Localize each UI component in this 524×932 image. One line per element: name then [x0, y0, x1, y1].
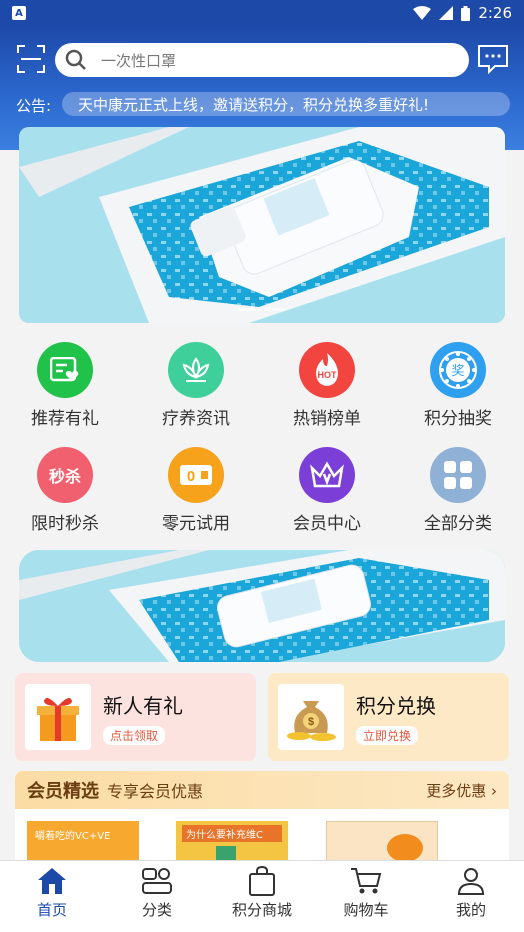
- grid-label: 零元试用: [162, 514, 230, 534]
- card-title: 积分兑换: [356, 693, 436, 718]
- tab-points-mall[interactable]: 积分商城: [210, 865, 314, 920]
- user-icon: [457, 868, 485, 895]
- status-icons: 2:26: [413, 4, 512, 22]
- tab-label: 积分商城: [231, 901, 292, 919]
- search-icon: [65, 49, 86, 70]
- lotus-icon: [168, 342, 224, 398]
- svg-text:$: $: [308, 716, 314, 728]
- app-notification-icon: A: [12, 6, 26, 20]
- crown-icon: [299, 447, 355, 503]
- grid-item-wellness-news[interactable]: 疗养资讯: [141, 342, 251, 429]
- grid-label: 全部分类: [424, 514, 492, 534]
- cart-icon: [351, 868, 382, 894]
- clock: 2:26: [478, 4, 512, 22]
- card-title: 新人有礼: [103, 693, 183, 718]
- hot-flame-icon: HOT: [299, 342, 355, 398]
- claim-button[interactable]: 点击领取: [103, 725, 166, 745]
- grid-label: 会员中心: [293, 514, 361, 534]
- product-caption: 嚼着吃的VC+VE: [35, 831, 111, 842]
- notice-label: 公告:: [16, 97, 52, 115]
- promo-banner[interactable]: [19, 550, 505, 662]
- chevron-right-icon: ›: [491, 781, 497, 800]
- search-placeholder: 一次性口罩: [101, 51, 177, 70]
- tab-label: 分类: [141, 901, 172, 919]
- section-title: 会员精选: [27, 781, 99, 802]
- notice-marquee[interactable]: 天中康元正式上线，邀请送积分，积分兑换多重好礼!: [62, 92, 510, 116]
- flash-sale-icon: 秒杀: [37, 447, 93, 503]
- main-banner[interactable]: [19, 127, 505, 323]
- signal-icon: [439, 6, 454, 20]
- shopping-bag-icon: [249, 866, 275, 896]
- grid-label: 推荐有礼: [31, 409, 99, 429]
- free-trial-icon: 0: [168, 447, 224, 503]
- tab-cart[interactable]: 购物车: [314, 865, 418, 920]
- product-caption: 为什么要补充维C: [182, 825, 282, 842]
- banner-dot-active: [238, 308, 260, 311]
- banner-product-image: [19, 127, 505, 323]
- flash-sale-badge: 秒杀: [48, 467, 81, 486]
- money-bag-icon: $: [278, 684, 344, 750]
- grid-label: 疗养资讯: [162, 409, 230, 429]
- lottery-wheel-icon: 奖: [430, 342, 486, 398]
- more-deals-label: 更多优惠: [426, 781, 487, 800]
- tab-profile[interactable]: 我的: [419, 865, 523, 920]
- hot-badge-text: HOT: [318, 370, 338, 380]
- tab-label: 首页: [36, 901, 67, 919]
- battery-icon: [461, 5, 471, 21]
- gift-card-icon: [37, 342, 93, 398]
- tab-categories[interactable]: 分类: [105, 865, 209, 920]
- status-bar: A 2:26: [0, 0, 524, 26]
- gift-box-icon: [25, 684, 91, 750]
- grid-item-flash-sale[interactable]: 秒杀 限时秒杀: [10, 447, 120, 534]
- category-icon: [142, 868, 172, 894]
- tab-home[interactable]: 首页: [0, 865, 104, 920]
- search-input[interactable]: 一次性口罩: [55, 43, 469, 77]
- grid-label: 积分抽奖: [424, 409, 492, 429]
- scan-icon[interactable]: [16, 44, 46, 74]
- points-exchange-card[interactable]: $ 积分兑换 立即兑换: [268, 673, 509, 761]
- grid-item-member-center[interactable]: 会员中心: [272, 447, 382, 534]
- banner-dot: [264, 308, 286, 311]
- grid-item-hot-list[interactable]: HOT 热销榜单: [272, 342, 382, 429]
- grid-item-lottery[interactable]: 奖 积分抽奖: [403, 342, 513, 429]
- message-icon[interactable]: [477, 44, 509, 74]
- notice-text: 天中康元正式上线，邀请送积分，积分兑换多重好礼!: [78, 95, 430, 114]
- section-subtitle: 专享会员优惠: [107, 782, 204, 801]
- grid-label: 限时秒杀: [31, 514, 99, 534]
- new-user-gift-card[interactable]: 新人有礼 点击领取: [15, 673, 256, 761]
- free-trial-badge: 0: [187, 468, 195, 485]
- tab-label: 购物车: [343, 901, 389, 919]
- banner-pagination: [238, 308, 286, 311]
- grid-item-all-categories[interactable]: 全部分类: [403, 447, 513, 534]
- grid-item-recommend[interactable]: 推荐有礼: [10, 342, 120, 429]
- more-deals-link[interactable]: 更多优惠 ›: [426, 780, 497, 801]
- grid-label: 热销榜单: [293, 409, 361, 429]
- member-picks-header: 会员精选 专享会员优惠 更多优惠 ›: [15, 771, 509, 809]
- bottom-tab-bar: 首页 分类 积分商城 购物车 我的: [0, 860, 524, 932]
- tab-label: 我的: [455, 901, 486, 919]
- product-image: [387, 834, 423, 862]
- wifi-icon: [413, 6, 432, 20]
- categories-icon: [430, 447, 486, 503]
- lottery-badge-text: 奖: [451, 364, 464, 379]
- grid-item-free-trial[interactable]: 0 零元试用: [141, 447, 251, 534]
- promo-banner-image: [19, 550, 505, 662]
- home-icon: [38, 868, 66, 894]
- exchange-button[interactable]: 立即兑换: [356, 725, 419, 745]
